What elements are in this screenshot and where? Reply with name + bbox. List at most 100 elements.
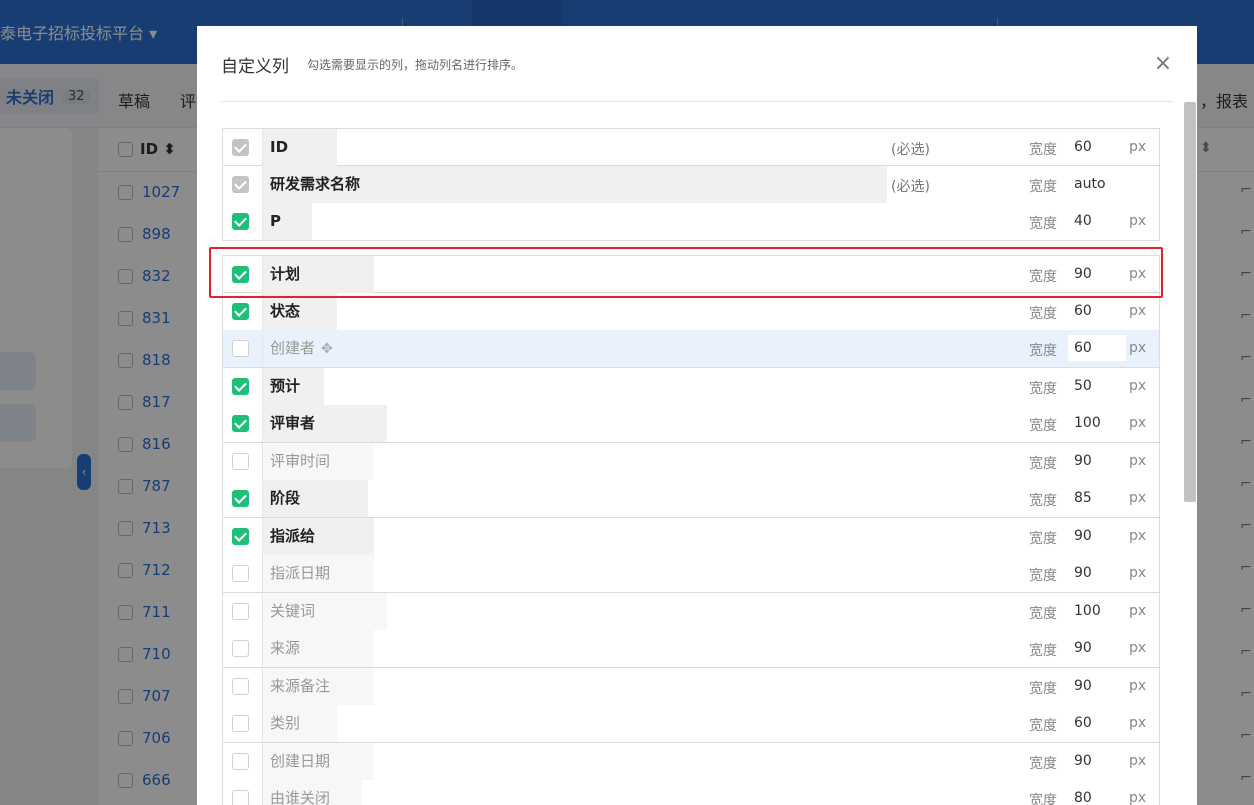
width-input[interactable]: 85	[1068, 485, 1126, 511]
column-name[interactable]: 创建日期	[263, 743, 374, 780]
width-input[interactable]: 60	[1068, 710, 1126, 736]
width-input[interactable]: 80	[1068, 785, 1126, 805]
width-label: 宽度	[1029, 756, 1057, 772]
width-unit: px	[1129, 490, 1147, 506]
column-row[interactable]: 指派日期 宽度 90 px	[222, 555, 1160, 593]
width-unit: px	[1129, 378, 1147, 394]
column-checkbox	[232, 139, 249, 156]
column-row[interactable]: P 宽度 40 px	[222, 203, 1160, 241]
width-label: 宽度	[1029, 643, 1057, 659]
dialog-hint: 勾选需要显示的列，拖动列名进行排序。	[307, 58, 524, 72]
close-icon[interactable]: ×	[1153, 53, 1173, 75]
column-checkbox[interactable]	[232, 565, 249, 582]
width-input[interactable]: 100	[1068, 598, 1126, 624]
column-name[interactable]: 研发需求名称	[263, 166, 887, 203]
column-row[interactable]: 评审者 宽度 100 px	[222, 405, 1160, 443]
column-name[interactable]: 预计	[263, 368, 324, 405]
column-row[interactable]: 创建者 ✥ 宽度 60 px	[222, 330, 1160, 368]
column-name[interactable]: 来源	[263, 630, 374, 667]
column-name-text: 指派给	[270, 527, 316, 545]
column-name-text: 计划	[270, 265, 301, 283]
column-row[interactable]: ID (必选) 宽度 60 px	[222, 128, 1160, 166]
column-name[interactable]: 计划	[263, 256, 374, 293]
column-name[interactable]: 指派日期	[263, 555, 374, 592]
column-row[interactable]: 来源 宽度 90 px	[222, 630, 1160, 668]
column-checkbox[interactable]	[232, 640, 249, 657]
width-input[interactable]: 90	[1068, 560, 1126, 586]
width-label: 宽度	[1029, 681, 1057, 697]
width-unit: px	[1129, 715, 1147, 731]
width-input[interactable]: 90	[1068, 635, 1126, 661]
column-row[interactable]: 状态 宽度 60 px	[222, 293, 1160, 331]
column-checkbox[interactable]	[232, 213, 249, 230]
column-row[interactable]: 研发需求名称 (必选) 宽度 auto	[222, 166, 1160, 204]
column-name[interactable]: P	[263, 203, 312, 240]
column-checkbox[interactable]	[232, 753, 249, 770]
width-unit: px	[1129, 678, 1147, 694]
width-input[interactable]: 60	[1068, 298, 1126, 324]
dialog-scrollbar[interactable]	[1184, 102, 1196, 502]
width-unit: px	[1129, 603, 1147, 619]
column-name[interactable]: 指派给	[263, 518, 374, 555]
width-unit: px	[1129, 565, 1147, 581]
width-label: 宽度	[1029, 793, 1057, 805]
column-row[interactable]: 关键词 宽度 100 px	[222, 593, 1160, 631]
column-name-text: ID	[270, 138, 289, 156]
column-row[interactable]: 创建日期 宽度 90 px	[222, 743, 1160, 781]
width-label: 宽度	[1029, 568, 1057, 584]
column-name[interactable]: 来源备注	[263, 668, 374, 705]
column-checkbox[interactable]	[232, 453, 249, 470]
column-name[interactable]: 评审者	[263, 405, 387, 442]
column-checkbox[interactable]	[232, 490, 249, 507]
width-unit: px	[1129, 139, 1147, 155]
column-name-text: 关键词	[270, 602, 316, 620]
width-input[interactable]: 40	[1068, 208, 1126, 234]
width-input[interactable]: 90	[1068, 448, 1126, 474]
column-row[interactable]: 评审时间 宽度 90 px	[222, 443, 1160, 481]
width-input[interactable]: 100	[1068, 410, 1126, 436]
column-row[interactable]: 由谁关闭 宽度 80 px	[222, 780, 1160, 805]
width-unit: px	[1129, 415, 1147, 431]
column-row[interactable]: 预计 宽度 50 px	[222, 368, 1160, 406]
column-name[interactable]: 状态	[263, 293, 337, 330]
column-row[interactable]: 阶段 宽度 85 px	[222, 480, 1160, 518]
column-row[interactable]: 计划 宽度 90 px	[222, 255, 1160, 293]
width-input[interactable]: 90	[1068, 673, 1126, 699]
column-name[interactable]: 由谁关闭	[263, 780, 362, 805]
column-row[interactable]: 类别 宽度 60 px	[222, 705, 1160, 743]
width-input[interactable]: 50	[1068, 373, 1126, 399]
column-row[interactable]: 来源备注 宽度 90 px	[222, 668, 1160, 706]
column-checkbox[interactable]	[232, 266, 249, 283]
width-input[interactable]: 60	[1068, 134, 1126, 160]
column-checkbox[interactable]	[232, 340, 249, 357]
column-name[interactable]: 创建者 ✥	[263, 330, 343, 367]
column-name[interactable]: 关键词	[263, 593, 387, 630]
column-name[interactable]: 类别	[263, 705, 337, 742]
width-input[interactable]: 90	[1068, 261, 1126, 287]
column-name[interactable]: 评审时间	[263, 443, 374, 480]
column-name-text: 状态	[270, 302, 301, 320]
width-input[interactable]: 60	[1068, 335, 1126, 361]
width-input[interactable]: 90	[1068, 748, 1126, 774]
column-checkbox[interactable]	[232, 603, 249, 620]
dialog-header: 自定义列 勾选需要显示的列，拖动列名进行排序。	[221, 52, 1173, 102]
column-row[interactable]: 指派给 宽度 90 px	[222, 518, 1160, 556]
column-checkbox[interactable]	[232, 303, 249, 320]
width-unit: px	[1129, 790, 1147, 805]
move-icon: ✥	[321, 341, 333, 357]
width-input[interactable]: 90	[1068, 523, 1126, 549]
column-checkbox[interactable]	[232, 415, 249, 432]
column-checkbox[interactable]	[232, 678, 249, 695]
width-label: 宽度	[1029, 718, 1057, 734]
width-input[interactable]: auto	[1068, 171, 1126, 197]
column-checkbox[interactable]	[232, 378, 249, 395]
column-name-text: 阶段	[270, 489, 301, 507]
column-name[interactable]: 阶段	[263, 480, 368, 517]
width-label: 宽度	[1029, 418, 1057, 434]
width-label: 宽度	[1029, 216, 1057, 232]
column-checkbox[interactable]	[232, 715, 249, 732]
width-label: 宽度	[1029, 142, 1057, 158]
column-name[interactable]: ID	[263, 129, 337, 166]
column-checkbox[interactable]	[232, 528, 249, 545]
column-checkbox[interactable]	[232, 790, 249, 805]
